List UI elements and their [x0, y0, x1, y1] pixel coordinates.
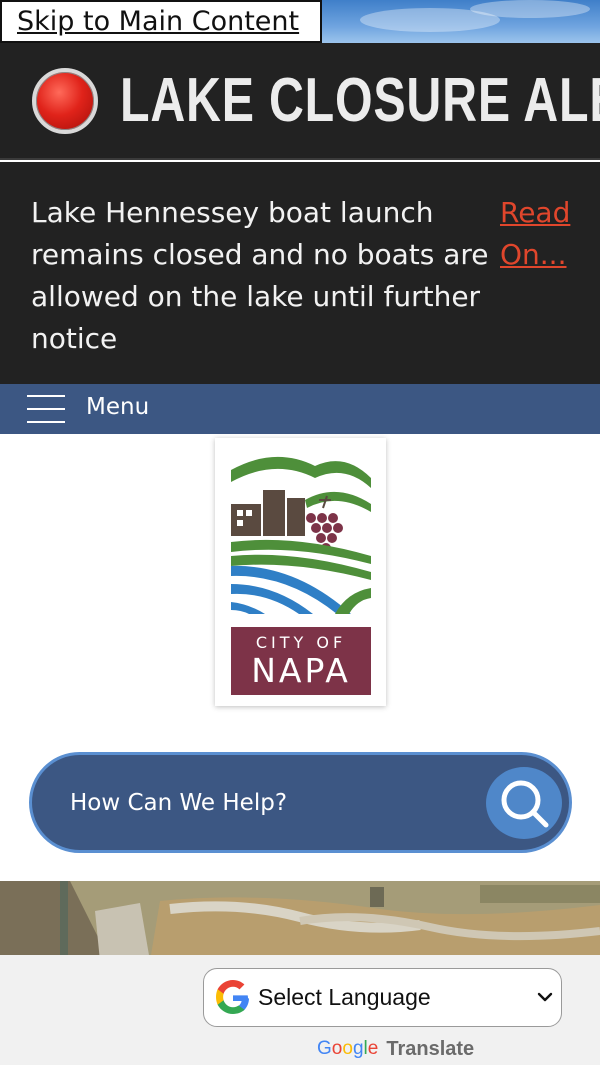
alert-banner-header: LAKE CLOSURE ALERT [0, 43, 600, 160]
city-logo-nameplate: CITY OF NAPA [231, 627, 371, 695]
menu-label: Menu [86, 394, 150, 420]
alert-message: Lake Hennessey boat launch remains close… [31, 196, 489, 355]
powered-by-google-translate[interactable]: Google Translate [317, 1036, 474, 1062]
main-content: CITY OF NAPA [0, 434, 600, 881]
skip-to-main-link[interactable]: Skip to Main Content [0, 0, 322, 43]
main-menu-toggle[interactable]: Menu [0, 384, 600, 434]
search-button[interactable] [486, 767, 562, 839]
hero-photo-graphic [0, 881, 600, 961]
logo-napa: NAPA [251, 651, 351, 690]
alert-read-on-link[interactable]: Read On... [500, 192, 590, 276]
google-wordmark: Google [317, 1038, 379, 1059]
alert-light-icon [32, 68, 98, 134]
page: Skip to Main Content LAKE CLOSURE ALERT … [0, 0, 600, 1065]
search-icon [501, 780, 549, 828]
logo-city-of: CITY OF [255, 633, 347, 652]
alert-title: LAKE CLOSURE ALERT [120, 66, 600, 135]
chevron-down-icon [537, 992, 553, 1002]
site-search [29, 752, 572, 853]
language-select[interactable]: Select Language [203, 968, 562, 1027]
city-logo-graphic [231, 456, 371, 614]
hamburger-icon [27, 395, 65, 423]
alert-banner-body: Lake Hennessey boat launch remains close… [0, 162, 600, 384]
google-translate-bar: Select Language Google Translate [0, 955, 600, 1065]
search-input[interactable] [70, 785, 450, 821]
google-g-icon [216, 980, 249, 1014]
translate-label: Translate [386, 1037, 475, 1060]
hero-photo [0, 881, 600, 961]
language-select-value: Select Language [258, 984, 431, 1010]
city-logo[interactable]: CITY OF NAPA [215, 438, 386, 706]
